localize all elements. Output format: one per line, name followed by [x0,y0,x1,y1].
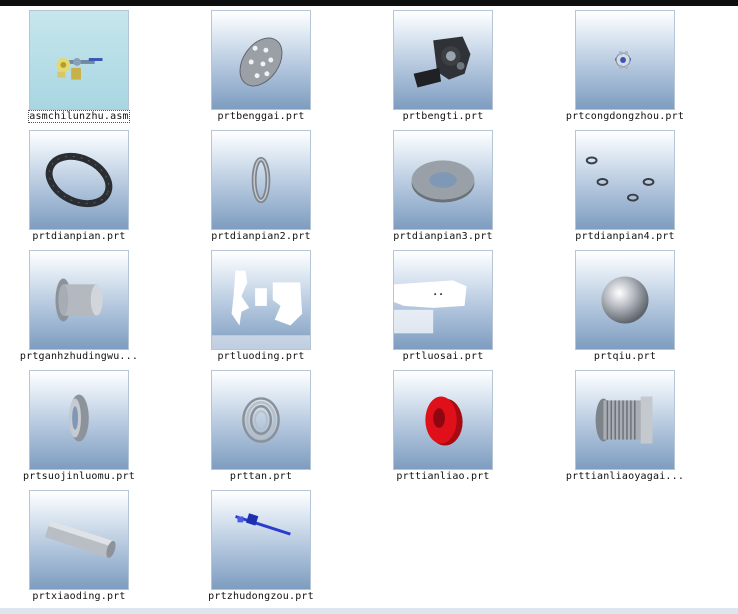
file-item-prtbengti[interactable]: prtbengti.prt [358,6,528,126]
file-thumbnail [211,250,311,350]
file-item-prtcongdongzhou[interactable]: prtcongdongzhou.prt [540,6,710,126]
file-item-prtdianpian3[interactable]: prtdianpian3.prt [358,126,528,246]
bottom-border [0,608,738,614]
gear-assembly-icon [56,58,103,80]
file-item-prtganhzhudingwu[interactable]: prtganhzhudingwu... [0,246,164,366]
file-item-prtdianpian4[interactable]: prtdianpian4.prt [540,126,710,246]
file-name-label: prttianliao.prt [396,471,490,482]
file-name-label: asmchilunzhu.asm [28,110,130,123]
file-item-prtbenggai[interactable]: prtbenggai.prt [176,6,346,126]
file-name-label: prtxiaoding.prt [32,591,126,602]
lock-nut-icon [69,394,89,442]
file-item-prtluoding[interactable]: prtluoding.prt [176,246,346,366]
flat-washer-icon [411,160,475,203]
file-name-label: prtzhudongzou.prt [208,591,314,602]
file-name-label: prtbengti.prt [402,111,484,122]
file-thumbnail [211,490,311,590]
file-name-label: prttan.prt [229,471,293,482]
file-name-label: prtcongdongzhou.prt [565,111,685,122]
file-item-prttan[interactable]: prttan.prt [176,366,346,486]
file-thumbnail [575,370,675,470]
file-name-label: prtsuojinluomu.prt [23,471,135,482]
file-thumbnail [29,490,129,590]
file-name-label: prtdianpian4.prt [575,231,675,242]
file-thumbnail [393,10,493,110]
small-washers-icon [585,156,655,202]
file-thumbnail [29,370,129,470]
file-thumbnail [211,10,311,110]
file-thumbnail [575,250,675,350]
thin-ring-icon [251,156,271,204]
file-name-label: prtganhzhudingwu... [19,351,139,362]
file-thumbnail [393,250,493,350]
file-item-prtsuojinluomu[interactable]: prtsuojinluomu.prt [0,366,164,486]
pump-body-icon [413,36,471,88]
file-thumbnail [393,370,493,470]
file-thumbnail [29,250,129,350]
file-item-prtxiaoding[interactable]: prtxiaoding.prt [0,486,164,606]
file-name-label: prttianliaoyagai... [565,471,685,482]
perforated-plate-icon [239,37,283,87]
file-name-label: prtluoding.prt [217,351,305,362]
file-name-label: prtbenggai.prt [217,111,305,122]
file-item-prttianliaoyagai[interactable]: prttianliaoyagai... [540,366,710,486]
file-thumbnail [29,130,129,230]
flanged-sleeve-icon [55,278,103,322]
spring-icon [242,397,280,443]
file-thumbnail [211,370,311,470]
file-item-prtdianpian2[interactable]: prtdianpian2.prt [176,126,346,246]
file-thumbnail [211,130,311,230]
gasket-icon [45,152,113,208]
file-name-label: prtdianpian.prt [32,231,126,242]
file-item-prttianliao[interactable]: prttianliao.prt [358,366,528,486]
file-name-label: prtluosai.prt [402,351,484,362]
file-name-label: prtqiu.prt [593,351,657,362]
cylinder-pin-icon [45,520,116,558]
file-item-prtdianpian[interactable]: prtdianpian.prt [0,126,164,246]
blank-render-icon [394,280,467,334]
file-name-label: prtdianpian2.prt [211,231,311,242]
file-thumbnail-grid: asmchilunzhu.asm prtbenggai.prt prtbengt [0,6,738,608]
threaded-cap-icon [595,396,653,444]
file-item-prtzhudongzou[interactable]: prtzhudongzou.prt [176,486,346,606]
small-gear-icon [615,51,631,69]
file-thumbnail [29,10,129,110]
file-item-prtluosai[interactable]: prtluosai.prt [358,246,528,366]
file-name-label: prtdianpian3.prt [393,231,493,242]
drive-shaft-icon [235,513,291,536]
file-thumbnail [575,10,675,110]
blank-render-icon [212,270,310,349]
red-ring-icon [425,396,463,446]
file-item-prtqiu[interactable]: prtqiu.prt [540,246,710,366]
sphere-icon [601,276,649,324]
file-thumbnail [575,130,675,230]
file-thumbnail [393,130,493,230]
file-item-asmchilunzhu[interactable]: asmchilunzhu.asm [0,6,164,126]
